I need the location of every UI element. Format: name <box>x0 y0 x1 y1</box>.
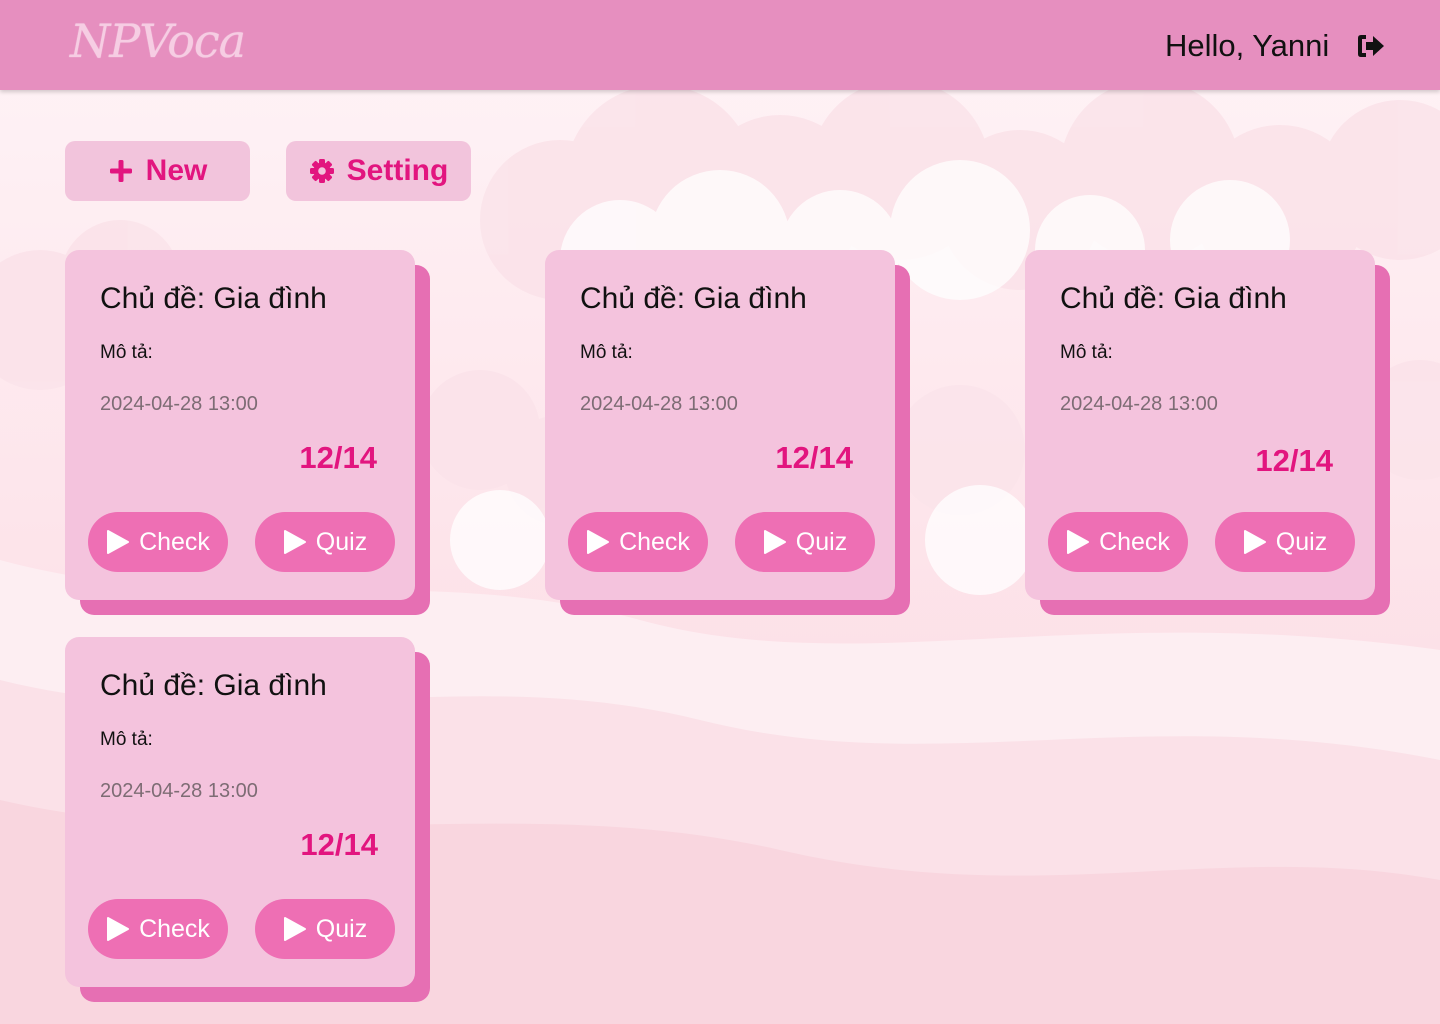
card-body: Chủ đề: Gia đình Mô tả: 2024-04-28 13:00… <box>545 250 895 600</box>
quiz-button-label: Quiz <box>315 914 368 943</box>
setting-button-label: Setting <box>346 154 449 187</box>
card-score: 12/14 <box>299 440 377 475</box>
app-logo[interactable]: NPVoca <box>70 14 246 68</box>
quiz-button-label: Quiz <box>1275 527 1328 556</box>
quiz-button-label: Quiz <box>795 527 848 556</box>
check-button-label: Check <box>139 527 210 556</box>
card-date: 2024-04-28 13:00 <box>100 780 258 802</box>
play-icon <box>586 529 610 555</box>
card-description: Mô tả: <box>100 342 153 363</box>
card-description: Mô tả: <box>1060 342 1113 363</box>
card-body: Chủ đề: Gia đình Mô tả: 2024-04-28 13:00… <box>65 250 415 600</box>
play-icon <box>763 529 787 555</box>
check-button-label: Check <box>139 914 210 943</box>
card-body: Chủ đề: Gia đình Mô tả: 2024-04-28 13:00… <box>65 637 415 987</box>
check-button-label: Check <box>1099 527 1170 556</box>
play-icon <box>106 529 130 555</box>
card-title: Chủ đề: Gia đình <box>100 669 327 702</box>
user-greeting: Hello, Yanni <box>1165 28 1330 63</box>
card-body: Chủ đề: Gia đình Mô tả: 2024-04-28 13:00… <box>1025 250 1375 600</box>
card-date: 2024-04-28 13:00 <box>580 393 738 415</box>
quiz-button[interactable]: Quiz <box>255 899 395 959</box>
check-button[interactable]: Check <box>88 512 228 572</box>
gear-icon <box>309 158 335 184</box>
card-score: 12/14 <box>300 827 378 862</box>
quiz-button[interactable]: Quiz <box>1215 512 1355 572</box>
check-button[interactable]: Check <box>568 512 708 572</box>
card-title: Chủ đề: Gia đình <box>1060 282 1287 315</box>
new-button-label: New <box>145 154 208 187</box>
card-date: 2024-04-28 13:00 <box>1060 393 1218 415</box>
plus-icon <box>108 158 134 184</box>
play-icon <box>283 529 307 555</box>
new-button[interactable]: New <box>65 141 250 201</box>
play-icon <box>1243 529 1267 555</box>
quiz-button-label: Quiz <box>315 527 368 556</box>
card-title: Chủ đề: Gia đình <box>580 282 807 315</box>
quiz-button[interactable]: Quiz <box>255 512 395 572</box>
topic-card: Chủ đề: Gia đình Mô tả: 2024-04-28 13:00… <box>65 250 430 615</box>
play-icon <box>283 916 307 942</box>
topic-card: Chủ đề: Gia đình Mô tả: 2024-04-28 13:00… <box>65 637 430 1002</box>
logout-icon[interactable] <box>1354 32 1386 60</box>
card-date: 2024-04-28 13:00 <box>100 393 258 415</box>
card-score: 12/14 <box>1255 443 1333 478</box>
check-button[interactable]: Check <box>1048 512 1188 572</box>
topic-card: Chủ đề: Gia đình Mô tả: 2024-04-28 13:00… <box>545 250 910 615</box>
check-button[interactable]: Check <box>88 899 228 959</box>
card-score: 12/14 <box>775 440 853 475</box>
topic-card: Chủ đề: Gia đình Mô tả: 2024-04-28 13:00… <box>1025 250 1390 615</box>
setting-button[interactable]: Setting <box>286 141 471 201</box>
top-bar: NPVoca Hello, Yanni <box>0 0 1440 90</box>
play-icon <box>1066 529 1090 555</box>
card-title: Chủ đề: Gia đình <box>100 282 327 315</box>
check-button-label: Check <box>619 527 690 556</box>
quiz-button[interactable]: Quiz <box>735 512 875 572</box>
card-description: Mô tả: <box>580 342 633 363</box>
card-description: Mô tả: <box>100 729 153 750</box>
play-icon <box>106 916 130 942</box>
